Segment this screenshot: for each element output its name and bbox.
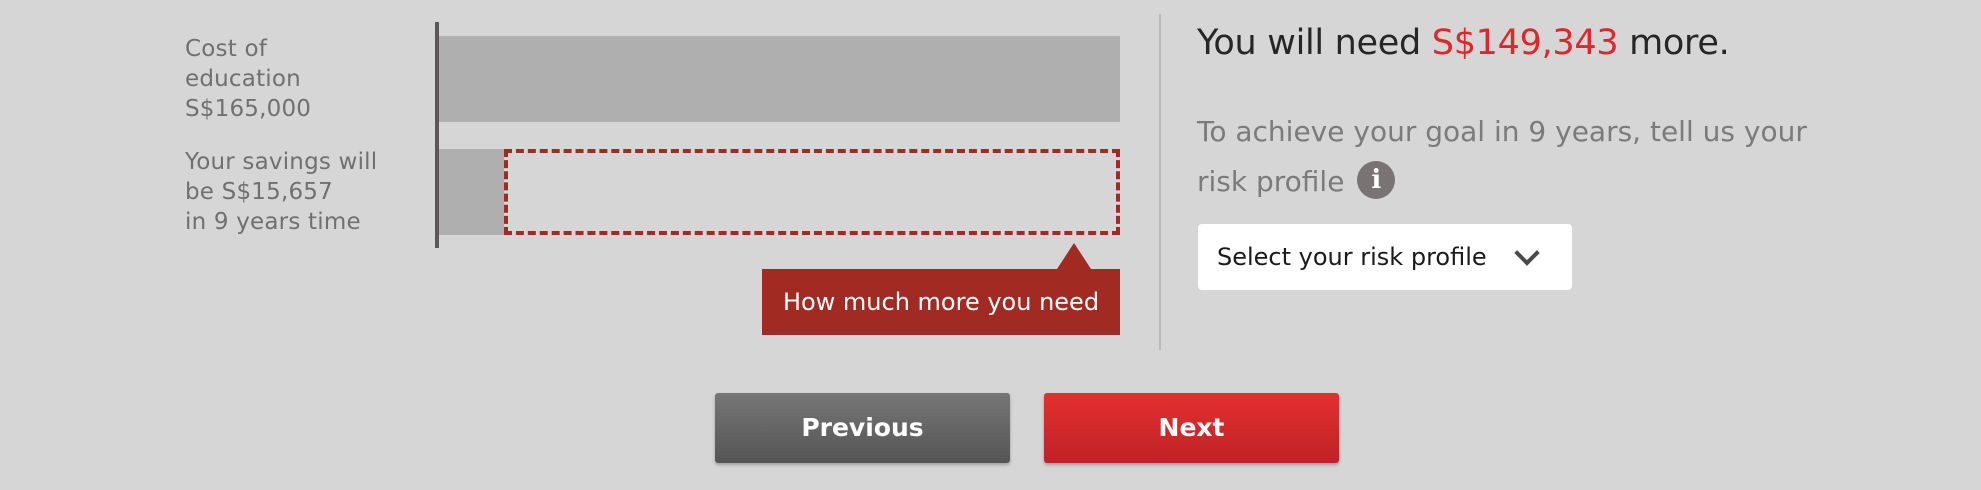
savings-bar-track	[439, 149, 1120, 235]
cost-label-line: Cost of	[185, 36, 268, 62]
shortfall-amount: S$149,343	[1431, 23, 1619, 63]
tooltip-arrow	[1057, 243, 1091, 269]
shortfall-dashed-bar	[504, 149, 1120, 235]
result-prefix: You will need	[1197, 23, 1432, 63]
cost-bar	[439, 36, 1120, 122]
info-icon[interactable]: i	[1357, 161, 1396, 199]
cost-of-education-label: Cost of education S$165,000	[185, 34, 311, 124]
savings-label-line: Your savings will	[185, 149, 378, 175]
shortfall-tooltip: How much more you need	[762, 269, 1120, 335]
cost-bar-track	[439, 36, 1120, 122]
prompt-text: To achieve your goal in 9 years, tell us…	[1197, 115, 1807, 198]
cost-label-line: S$165,000	[185, 96, 312, 122]
result-headline: You will need S$149,343 more.	[1197, 18, 1730, 68]
savings-label-line: be S$15,657	[185, 179, 333, 205]
savings-label-line: in 9 years time	[185, 209, 361, 235]
next-button[interactable]: Next	[1044, 393, 1339, 463]
risk-profile-select-value: Select your risk profile	[1217, 243, 1487, 271]
result-suffix: more.	[1618, 23, 1730, 63]
previous-button[interactable]: Previous	[715, 393, 1010, 463]
risk-profile-select[interactable]: Select your risk profile	[1198, 224, 1572, 290]
cost-label-line: education	[185, 66, 301, 92]
vertical-divider	[1159, 14, 1161, 350]
savings-label: Your savings will be S$15,657 in 9 years…	[185, 147, 377, 237]
chevron-down-icon	[1514, 240, 1540, 266]
savings-bar	[439, 149, 504, 235]
risk-profile-prompt: To achieve your goal in 9 years, tell us…	[1197, 107, 1847, 207]
